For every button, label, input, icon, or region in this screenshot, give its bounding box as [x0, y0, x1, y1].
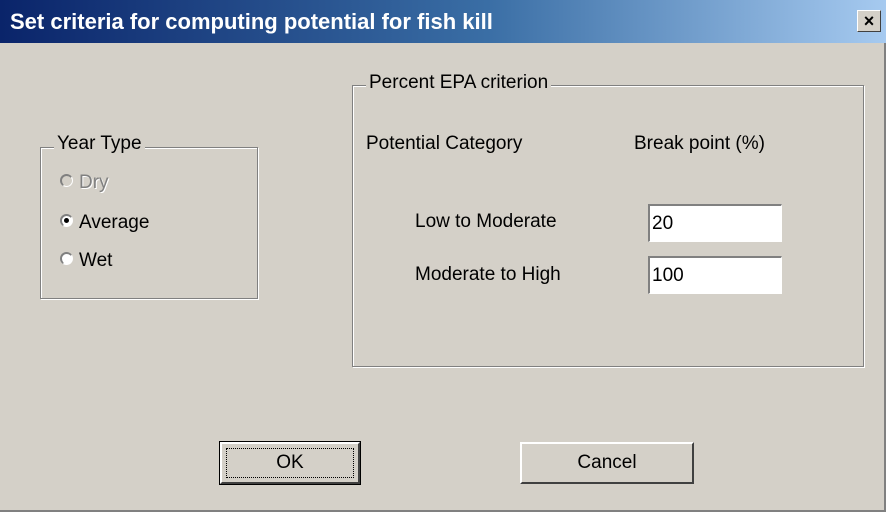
- radio-wet[interactable]: Wet: [60, 250, 112, 272]
- low-to-moderate-input[interactable]: [648, 204, 782, 242]
- close-icon: ×: [863, 11, 875, 31]
- close-button[interactable]: ×: [857, 10, 881, 32]
- epa-criterion-group-label: Percent EPA criterion: [366, 72, 552, 94]
- title-bar[interactable]: Set criteria for computing potential for…: [0, 0, 886, 43]
- window-title: Set criteria for computing potential for…: [10, 9, 493, 34]
- ok-button[interactable]: OK: [219, 441, 361, 485]
- radio-dry[interactable]: Dry: [60, 172, 109, 194]
- radio-wet-button[interactable]: [60, 252, 73, 266]
- radio-selected-dot: [64, 218, 69, 224]
- moderate-to-high-label: Moderate to High: [415, 264, 561, 285]
- potential-category-header: Potential Category: [366, 133, 523, 154]
- radio-dry-label: Dry: [79, 172, 109, 193]
- cancel-button-label: Cancel: [577, 452, 637, 473]
- moderate-to-high-input[interactable]: [648, 256, 782, 294]
- radio-average[interactable]: Average: [60, 212, 149, 234]
- radio-dry-button[interactable]: [60, 174, 73, 188]
- radio-wet-label: Wet: [79, 250, 113, 271]
- ok-button-label: OK: [276, 452, 304, 473]
- low-to-moderate-label: Low to Moderate: [415, 211, 557, 232]
- radio-average-label: Average: [79, 212, 150, 233]
- radio-average-button[interactable]: [60, 214, 73, 228]
- year-type-group-label: Year Type: [54, 133, 145, 155]
- cancel-button[interactable]: Cancel: [520, 442, 694, 484]
- break-point-header: Break point (%): [634, 133, 765, 154]
- fish-kill-criteria-dialog: Set criteria for computing potential for…: [0, 0, 886, 512]
